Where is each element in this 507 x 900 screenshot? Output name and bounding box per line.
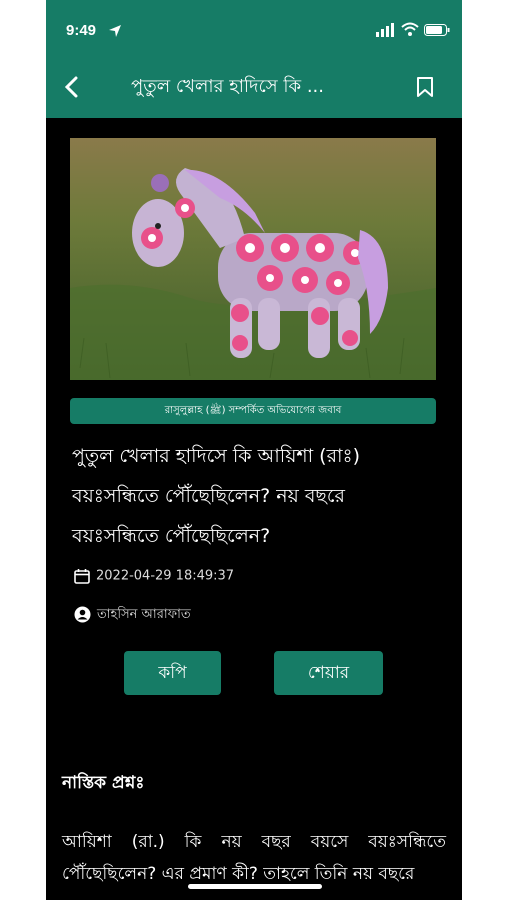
user-icon bbox=[74, 606, 91, 623]
status-bar: 9:49 bbox=[46, 0, 462, 60]
bookmark-icon[interactable] bbox=[416, 76, 434, 98]
battery-icon bbox=[424, 24, 450, 36]
category-badge[interactable]: রাসুলুল্লাহ (ﷺ) সম্পর্কিত অভিযোগের জবাব bbox=[70, 398, 436, 424]
share-button[interactable]: শেয়ার bbox=[274, 651, 383, 695]
article-author: তাহসিন আরাফাত bbox=[97, 607, 191, 622]
wifi-icon bbox=[401, 22, 419, 36]
article-headline: পুতুল খেলার হাদিসে কি আয়িশা (রাঃ) বয়ঃস… bbox=[72, 445, 361, 547]
article-author-row: তাহসিন আরাফাত bbox=[74, 605, 191, 626]
status-time: 9:49 bbox=[66, 22, 97, 39]
signal-icon bbox=[376, 23, 394, 37]
location-arrow-icon bbox=[109, 25, 121, 37]
app-screen: 9:49 পুতুল খেলার হাদিসে কি ... রাসুলুল্ল… bbox=[46, 0, 462, 900]
article-body-paragraph: আয়িশা (রা.) কি নয় বছর বয়সে বয়ঃসন্ধিত… bbox=[62, 832, 446, 884]
page-title: পুতুল খেলার হাদিসে কি ... bbox=[131, 76, 324, 97]
article-hero-image bbox=[70, 138, 436, 380]
article-date: 2022-04-29 18:49:37 bbox=[96, 568, 235, 584]
copy-button[interactable]: কপি bbox=[124, 651, 221, 695]
article-date-row: 2022-04-29 18:49:37 bbox=[74, 568, 234, 584]
top-app-bar: 9:49 পুতুল খেলার হাদিসে কি ... bbox=[46, 0, 462, 118]
calendar-icon bbox=[74, 569, 90, 584]
back-chevron-icon[interactable] bbox=[62, 76, 82, 98]
home-indicator[interactable] bbox=[188, 884, 322, 889]
section-title: নাস্তিক প্রশ্নঃ bbox=[62, 773, 145, 793]
